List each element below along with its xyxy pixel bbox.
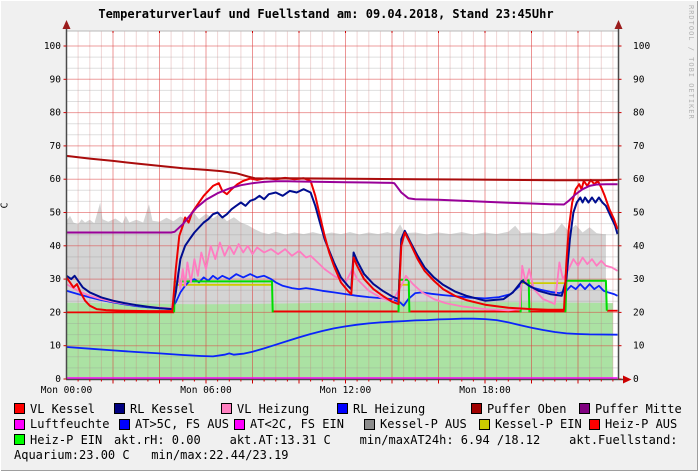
legend-label: RL Kessel: [130, 402, 195, 416]
legend-label: VL Heizung: [237, 402, 309, 416]
legend-item: Heiz-P EIN: [14, 433, 114, 447]
svg-text:Mon 06:00: Mon 06:00: [180, 385, 232, 396]
legend-row: Luftfeuchte AT>5C, FS AUS AT<2C, FS EIN Kes…: [14, 417, 694, 433]
chart-canvas: 0 0 10 10 20 20 30 30 40 40 50 50 60 60 70 70 80 80 90 90 10…: [0, 0, 698, 404]
legend-row: Heiz-P EINakt.rH: 0.00 akt.AT:13.31 C mi…: [14, 432, 694, 448]
legend-item: VL Heizung: [221, 402, 337, 416]
y-axis-arrow-icon: [63, 20, 71, 29]
svg-text:100: 100: [44, 41, 61, 52]
legend-row: Aquarium:23.00 C min/max:22.44/23.19: [14, 448, 694, 464]
legend-label: Aquarium:23.00 C min/max:22.44/23.19: [14, 448, 289, 462]
svg-text:100: 100: [633, 41, 650, 52]
svg-text:50: 50: [633, 208, 645, 219]
legend-item: Puffer Mitte: [579, 402, 682, 416]
legend-label: Kessel-P AUS: [380, 417, 467, 431]
svg-text:70: 70: [50, 141, 62, 152]
legend-swatch-icon: [221, 403, 232, 414]
legend-swatch-icon: [479, 419, 490, 430]
legend-swatch-icon: [14, 434, 25, 445]
legend-item: RL Kessel: [114, 402, 221, 416]
svg-text:20: 20: [633, 307, 645, 318]
svg-text:90: 90: [633, 74, 645, 85]
legend-item: AT>5C, FS AUS: [119, 417, 234, 431]
svg-text:90: 90: [50, 74, 62, 85]
legend-swatch-icon: [119, 419, 130, 430]
svg-text:10: 10: [633, 341, 645, 352]
legend-item: Kessel-P AUS: [364, 417, 479, 431]
legend-label: Heiz-P AUS: [605, 417, 677, 431]
svg-text:Mon 12:00: Mon 12:00: [320, 385, 372, 396]
watermark: RRDTOOL / TOBI OETIKER: [687, 5, 695, 120]
legend-item: Heiz-P AUS: [589, 417, 677, 431]
y-axis-right-arrow-icon: [615, 20, 623, 29]
legend-label: AT<2C, FS EIN: [250, 417, 344, 431]
svg-text:0: 0: [55, 374, 61, 385]
svg-text:Mon 00:00: Mon 00:00: [41, 385, 93, 396]
legend-swatch-icon: [364, 419, 375, 430]
svg-text:30: 30: [50, 274, 62, 285]
legend-label: VL Kessel: [30, 402, 95, 416]
svg-text:10: 10: [50, 341, 62, 352]
svg-text:70: 70: [633, 141, 645, 152]
x-axis-arrow-icon: [623, 376, 632, 384]
legend-label: Puffer Mitte: [595, 402, 682, 416]
svg-text:60: 60: [633, 174, 645, 185]
legend-swatch-icon: [579, 403, 590, 414]
legend-swatch-icon: [471, 403, 482, 414]
legend-label: akt.rH: 0.00 akt.AT:13.31 C min/maxAT24h…: [114, 433, 698, 447]
legend-label: Kessel-P EIN: [495, 417, 582, 431]
legend-item: Puffer Oben: [471, 402, 579, 416]
svg-text:40: 40: [633, 241, 645, 252]
legend-item: Luftfeuchte: [14, 417, 119, 431]
legend-label: Puffer Oben: [487, 402, 566, 416]
legend-swatch-icon: [589, 419, 600, 430]
legend-item: AT<2C, FS EIN: [234, 417, 364, 431]
svg-text:20: 20: [50, 307, 62, 318]
svg-text:80: 80: [50, 108, 62, 119]
legend-item: Kessel-P EIN: [479, 417, 589, 431]
legend-item: akt.rH: 0.00 akt.AT:13.31 C min/maxAT24h…: [114, 433, 698, 447]
legend-swatch-icon: [14, 403, 25, 414]
svg-text:60: 60: [50, 174, 62, 185]
legend-label: RL Heizung: [353, 402, 425, 416]
svg-text:40: 40: [50, 241, 62, 252]
legend-item: VL Kessel: [14, 402, 114, 416]
legend-swatch-icon: [337, 403, 348, 414]
svg-text:0: 0: [633, 374, 639, 385]
svg-text:80: 80: [633, 108, 645, 119]
legend: VL Kessel RL Kessel VL Heizung RL Heizung Pu…: [14, 401, 694, 463]
legend-swatch-icon: [114, 403, 125, 414]
legend-row: VL Kessel RL Kessel VL Heizung RL Heizung Pu…: [14, 401, 694, 417]
svg-text:Mon 18:00: Mon 18:00: [459, 385, 511, 396]
legend-label: Heiz-P EIN: [30, 433, 102, 447]
legend-swatch-icon: [234, 419, 245, 430]
legend-label: AT>5C, FS AUS: [135, 417, 229, 431]
svg-text:50: 50: [50, 208, 62, 219]
rrdtool-graph: Temperaturverlauf und Fuellstand am: 09.…: [0, 0, 698, 471]
legend-item: Aquarium:23.00 C min/max:22.44/23.19: [14, 448, 289, 462]
legend-label: Luftfeuchte: [30, 417, 109, 431]
svg-text:30: 30: [633, 274, 645, 285]
legend-swatch-icon: [14, 419, 25, 430]
legend-item: RL Heizung: [337, 402, 471, 416]
